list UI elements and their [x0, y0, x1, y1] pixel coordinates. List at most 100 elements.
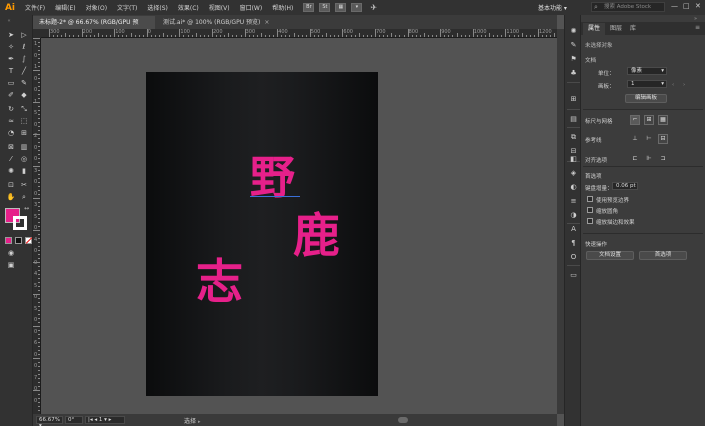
chevron-down-icon[interactable]: ▾: [351, 3, 363, 12]
horizontal-ruler[interactable]: 300 200 100 0 100 200 300 400 500 600 700 800 900 100…: [41, 29, 557, 38]
maximize-button[interactable]: □: [683, 2, 690, 10]
grid-toggle-icon[interactable]: ⊞: [644, 115, 654, 125]
rotation-field[interactable]: 0°: [65, 416, 83, 424]
shape-builder-icon[interactable]: ◔: [6, 129, 16, 138]
stock-search-input[interactable]: ⌕ 搜索 Adobe Stock: [591, 2, 665, 12]
draw-mode-icon[interactable]: ◉: [6, 249, 16, 258]
scale-corners-checkbox[interactable]: [587, 207, 593, 213]
symbol-sprayer-icon[interactable]: ✺: [6, 167, 16, 176]
perspective-icon[interactable]: ⊞: [19, 129, 29, 138]
pathfinder-panel-icon[interactable]: ◧: [569, 155, 578, 164]
align-right-icon[interactable]: ⊐: [658, 154, 668, 164]
color-mode-icon[interactable]: [5, 237, 12, 244]
ruler-toggle-icon[interactable]: ⌐: [630, 115, 640, 125]
libraries-panel-icon[interactable]: ⚑: [569, 55, 578, 64]
arrange-documents-icon[interactable]: ▦: [335, 3, 347, 12]
character-panel-icon[interactable]: A: [569, 225, 578, 234]
opentype-panel-icon[interactable]: O: [569, 253, 578, 262]
symbols-panel-icon[interactable]: ♣: [569, 69, 578, 78]
tab-properties[interactable]: 属性: [583, 23, 606, 35]
align-center-icon[interactable]: ⊩: [644, 154, 654, 164]
curvature-icon[interactable]: ∫: [19, 55, 29, 64]
menu-help[interactable]: 帮助(H): [267, 3, 298, 12]
brushes-panel-icon[interactable]: ✎: [569, 41, 578, 50]
workspace-switcher[interactable]: 基本功能 ▾: [538, 3, 567, 12]
artboard[interactable]: 野 鹿 志: [146, 72, 378, 396]
paragraph-panel-icon[interactable]: ¶: [569, 239, 578, 248]
artboard-prev-icon[interactable]: ‹: [672, 82, 674, 88]
magic-wand-icon[interactable]: ✧: [6, 43, 16, 52]
smart-guides-icon[interactable]: ⊟: [658, 134, 668, 144]
tab-document-2[interactable]: 测试.ai* @ 100% (RGB/GPU 预览) ×: [157, 16, 270, 29]
zoom-field[interactable]: 66.67% ▾: [36, 416, 63, 426]
stroke-panel-icon[interactable]: ≡: [569, 197, 578, 206]
artboard-next-icon[interactable]: ›: [683, 82, 685, 88]
artboard-select[interactable]: 1 ▾: [627, 80, 667, 88]
transparency-panel-icon[interactable]: ◐: [569, 183, 578, 192]
mesh-icon[interactable]: ⊠: [6, 143, 16, 152]
guides-toggle-icon[interactable]: ⊥: [630, 134, 640, 144]
links-panel-icon[interactable]: ⧉: [569, 133, 578, 142]
rotate-icon[interactable]: ↻: [6, 105, 16, 114]
bridge-button[interactable]: Br: [303, 3, 315, 12]
publish-icon[interactable]: ✈: [370, 3, 377, 12]
shaper-icon[interactable]: ✐: [6, 91, 16, 100]
asset-export-icon[interactable]: ▤: [569, 115, 578, 124]
horizontal-scroll-thumb[interactable]: [398, 417, 408, 423]
vertical-scrollbar[interactable]: [557, 29, 564, 414]
scale-icon[interactable]: ⤡: [19, 105, 29, 114]
menu-object[interactable]: 对象(O): [81, 3, 112, 12]
free-transform-icon[interactable]: ⬚: [19, 117, 29, 126]
type-icon[interactable]: T: [6, 67, 16, 76]
artboard-icon[interactable]: ⊡: [6, 181, 16, 190]
menu-window[interactable]: 窗口(W): [235, 3, 268, 12]
units-select[interactable]: 像素 ▾: [627, 67, 667, 75]
toolbar-collapse-icon[interactable]: «: [4, 17, 14, 26]
column-graph-icon[interactable]: ▮: [19, 167, 29, 176]
artboard-navigator[interactable]: |◂ ◂ 1 ▾ ▸: [85, 416, 125, 424]
rectangle-icon[interactable]: ▭: [6, 79, 16, 88]
edit-artboards-button[interactable]: 编辑画板: [625, 94, 667, 103]
panel-menu-icon[interactable]: ≡: [695, 24, 700, 31]
zoom-icon[interactable]: ⌕: [19, 193, 29, 202]
layers-panel-icon[interactable]: ▭: [569, 271, 578, 280]
pen-icon[interactable]: ✒: [6, 55, 16, 64]
eyedropper-icon[interactable]: ⁄: [6, 155, 16, 164]
vertical-ruler[interactable]: 10100150200300350400450500600700: [33, 38, 41, 414]
gradient-panel-icon[interactable]: ◑: [569, 211, 578, 220]
menu-view[interactable]: 视图(V): [204, 3, 235, 12]
none-mode-icon[interactable]: [25, 237, 33, 244]
text-lu[interactable]: 鹿: [293, 213, 340, 260]
stock-button[interactable]: St: [319, 3, 331, 12]
lasso-icon[interactable]: ℓ: [19, 43, 29, 52]
pencil-icon[interactable]: ◆: [19, 91, 29, 100]
transparency-grid-icon[interactable]: ▦: [658, 115, 668, 125]
ruler-origin[interactable]: [33, 29, 41, 38]
close-window-button[interactable]: ✕: [695, 2, 701, 10]
tab-document-1[interactable]: 未标题-2* @ 66.67% (RGB/GPU 预览)×: [33, 16, 155, 39]
blend-icon[interactable]: ◎: [19, 155, 29, 164]
document-setup-button[interactable]: 文档设置: [586, 251, 634, 260]
menu-effect[interactable]: 效果(C): [173, 3, 204, 12]
tab-libraries[interactable]: 库: [625, 23, 641, 35]
line-icon[interactable]: ╱: [19, 67, 29, 76]
use-preview-bounds-checkbox[interactable]: [587, 196, 593, 202]
gradient-mode-icon[interactable]: [15, 237, 22, 244]
scale-strokes-checkbox[interactable]: [587, 218, 593, 224]
swap-fill-stroke-icon[interactable]: ↔: [24, 205, 29, 212]
color-panel-icon[interactable]: ✺: [569, 27, 578, 36]
preferences-button[interactable]: 首选项: [639, 251, 687, 260]
paintbrush-icon[interactable]: ✎: [19, 79, 29, 88]
slice-icon[interactable]: ✂: [19, 181, 29, 190]
menu-file[interactable]: 文件(F): [20, 3, 50, 12]
width-icon[interactable]: ≈: [6, 117, 16, 126]
appearance-panel-icon[interactable]: ◈: [569, 169, 578, 178]
tab-layers[interactable]: 图层: [605, 23, 627, 35]
menu-select[interactable]: 选择(S): [142, 3, 173, 12]
keyboard-increment-field[interactable]: 0.06 pt: [612, 182, 638, 190]
direct-selection-icon[interactable]: ▷: [19, 31, 29, 40]
text-ye[interactable]: 野: [250, 155, 295, 200]
gradient-icon[interactable]: ▥: [19, 143, 29, 152]
hand-icon[interactable]: ✋: [6, 193, 16, 202]
align-left-icon[interactable]: ⊏: [630, 154, 640, 164]
